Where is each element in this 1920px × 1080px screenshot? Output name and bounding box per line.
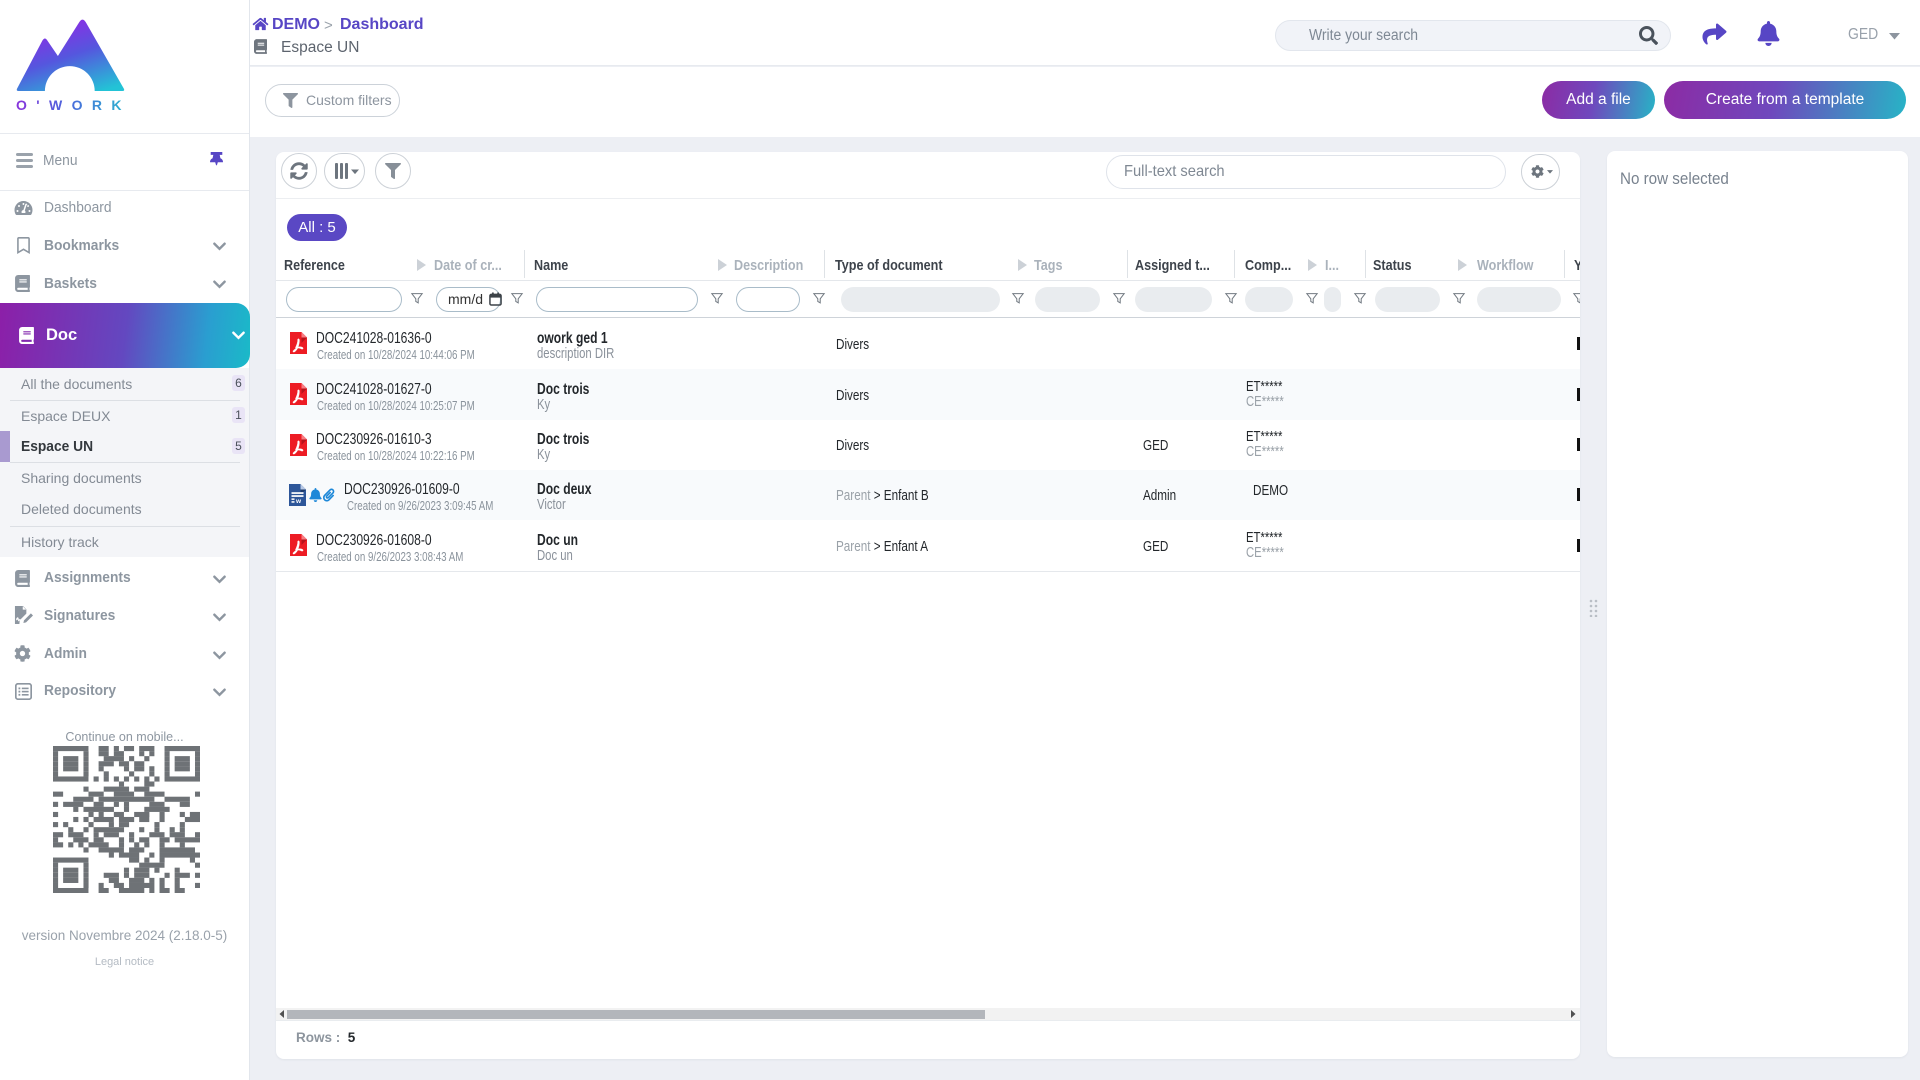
svg-text:w: w bbox=[295, 498, 302, 505]
svg-text:O'WORK: O'WORK bbox=[16, 97, 125, 112]
